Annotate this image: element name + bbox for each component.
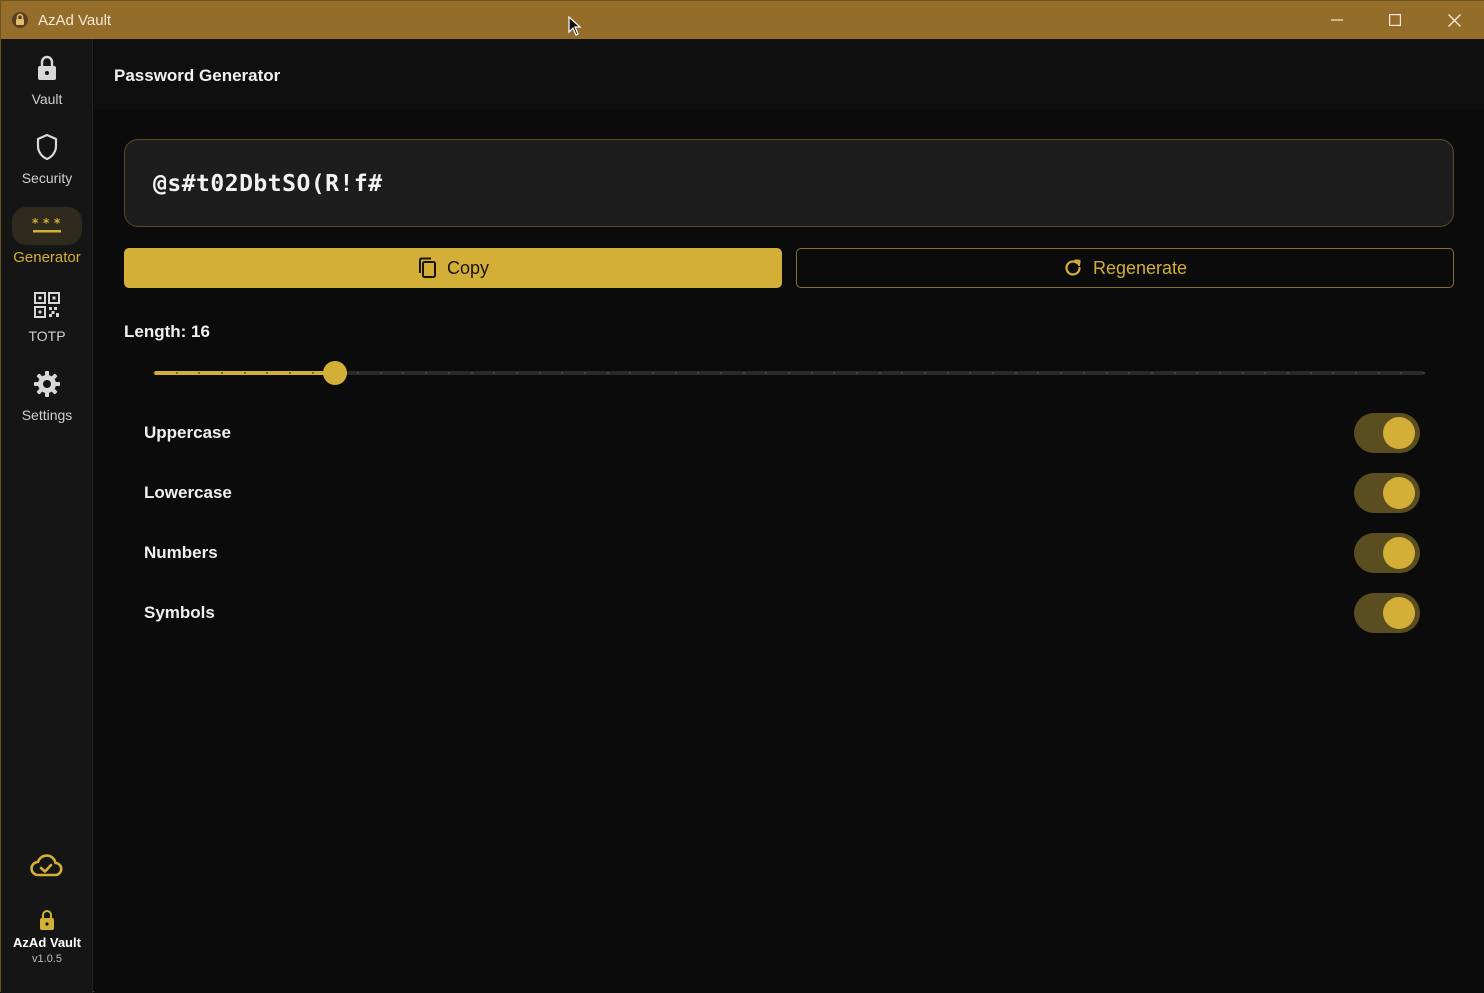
close-button[interactable] [1425, 1, 1483, 39]
copy-icon [418, 257, 436, 278]
slider-tick [447, 372, 450, 374]
option-label: Lowercase [144, 483, 232, 502]
gear-icon [34, 371, 60, 397]
password-dots-icon: * * * [32, 216, 61, 233]
slider-tick [674, 372, 677, 374]
slider-tick [651, 372, 654, 374]
option-label: Symbols [144, 603, 215, 622]
regenerate-button[interactable]: Regenerate [796, 248, 1454, 288]
sidebar-item-label: Vault [31, 91, 63, 107]
slider-tick [470, 372, 473, 374]
svg-text:*: * [43, 216, 50, 230]
slider-tick [175, 372, 178, 374]
slider-tick [1173, 372, 1176, 374]
app-version: v1.0.5 [32, 953, 62, 965]
length-slider[interactable] [153, 359, 1425, 387]
sidebar-item-label: Security [21, 170, 73, 186]
refresh-icon [1065, 259, 1081, 276]
qr-code-icon [34, 292, 60, 318]
toggle-knob [1383, 537, 1415, 569]
sidebar-item-label: Generator [13, 249, 81, 266]
slider-tick [946, 372, 949, 374]
sidebar-item-generator[interactable]: * * * Generator [1, 197, 93, 275]
slider-tick [1082, 372, 1085, 374]
window-title: AzAd Vault [38, 12, 112, 29]
sidebar-item-vault[interactable]: Vault [1, 39, 93, 117]
slider-tick [856, 372, 859, 374]
sidebar-item-label: TOTP [28, 328, 66, 344]
cloud-check-icon[interactable] [29, 853, 63, 884]
slider-thumb[interactable] [323, 361, 348, 385]
slider-tick [1423, 372, 1425, 374]
generated-password[interactable]: @s#t02DbtSO(R!f# [153, 171, 383, 197]
option-label: Uppercase [144, 423, 231, 442]
option-label: Numbers [144, 543, 218, 562]
slider-tick [311, 372, 314, 374]
sidebar-item-security[interactable]: Security [1, 118, 93, 196]
toggle-knob [1383, 597, 1415, 629]
minimize-button[interactable] [1308, 1, 1366, 39]
copy-button-label: Copy [446, 257, 490, 278]
sidebar-item-settings[interactable]: Settings [1, 355, 93, 433]
lowercase-toggle[interactable] [1354, 473, 1420, 513]
slider-tick [1150, 372, 1153, 374]
sidebar: Vault Security * * * Generator TOTP Sett… [1, 39, 93, 993]
app-logo-icon [11, 11, 29, 29]
close-icon [1447, 13, 1461, 27]
toggle-knob [1383, 417, 1415, 449]
slider-tick [1218, 372, 1221, 374]
slider-tick [788, 372, 790, 374]
minimize-icon [1331, 19, 1343, 21]
slider-tick [538, 372, 541, 374]
maximize-icon [1389, 14, 1401, 26]
uppercase-toggle[interactable] [1354, 413, 1420, 453]
lock-icon [38, 55, 56, 80]
slider-tick [1286, 372, 1289, 374]
slider-tick [221, 372, 224, 374]
toggle-knob [1383, 477, 1415, 509]
slider-tick [1309, 372, 1312, 374]
lock-icon [40, 910, 54, 930]
option-row-symbols: Symbols [144, 593, 1420, 633]
svg-text:*: * [54, 216, 61, 230]
page-header: Password Generator [94, 39, 1484, 109]
main-content: Password Generator @s#t02DbtSO(R!f# Copy… [94, 39, 1484, 992]
slider-tick [606, 372, 609, 374]
option-row-lowercase: Lowercase [144, 473, 1420, 513]
slider-tick [1354, 372, 1357, 374]
slider-tick [1014, 372, 1017, 374]
slider-tick [1105, 372, 1108, 374]
shield-icon [36, 133, 58, 161]
slider-tick [1377, 372, 1380, 374]
slider-tick [878, 372, 881, 374]
generated-password-field[interactable]: @s#t02DbtSO(R!f# [124, 139, 1454, 227]
slider-tick [742, 372, 745, 374]
sidebar-item-totp[interactable]: TOTP [1, 276, 93, 354]
slider-tick [810, 372, 813, 374]
option-row-uppercase: Uppercase [144, 413, 1420, 453]
page-title: Password Generator [114, 66, 281, 85]
symbols-toggle[interactable] [1354, 593, 1420, 633]
slider-tick [1241, 372, 1244, 374]
brand-block: AzAd Vault v1.0.5 [1, 909, 93, 965]
brand-name: AzAd Vault [13, 935, 81, 950]
app-window: AzAd Vault Vault Security * * * Generato… [0, 0, 1484, 993]
option-row-numbers: Numbers [144, 533, 1420, 573]
regenerate-button-label: Regenerate [1092, 257, 1188, 278]
numbers-toggle[interactable] [1354, 533, 1420, 573]
maximize-button[interactable] [1366, 1, 1424, 39]
title-bar[interactable]: AzAd Vault [1, 1, 1484, 39]
slider-tick [583, 372, 586, 374]
slider-tick [243, 372, 246, 374]
copy-button[interactable]: Copy [124, 248, 782, 288]
length-label: Length: 16 [124, 322, 210, 341]
slider-tick [153, 372, 155, 374]
sidebar-item-label: Settings [21, 407, 73, 423]
slider-tick [379, 372, 382, 374]
svg-text:*: * [32, 216, 39, 230]
slider-tick [719, 372, 722, 374]
mouse-cursor-icon [568, 15, 582, 41]
slider-tick [515, 372, 518, 374]
